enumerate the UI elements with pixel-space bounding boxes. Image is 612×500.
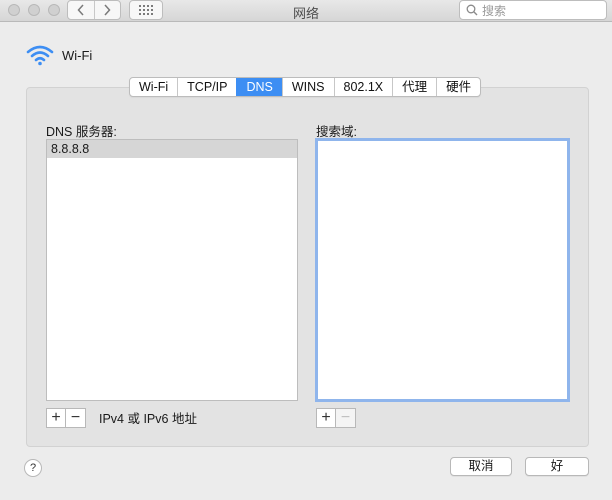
dns-servers-list[interactable]: 8.8.8.8 [46,139,298,401]
add-dns-server-button[interactable]: + [46,408,66,428]
tab-tcpip[interactable]: TCP/IP [177,78,236,96]
search-icon [466,4,478,16]
help-button[interactable]: ? [24,459,42,477]
tab-8021x[interactable]: 802.1X [333,78,393,96]
wifi-icon [26,45,54,66]
tab-hardware[interactable]: 硬件 [436,78,480,96]
search-placeholder: 搜索 [482,3,507,18]
title-bar: 网络 搜索 [0,0,612,22]
ok-button[interactable]: 好 [525,457,589,476]
dns-servers-label: DNS 服务器: [46,125,117,139]
tab-wifi[interactable]: Wi-Fi [130,78,177,96]
address-hint: IPv4 或 IPv6 地址 [99,412,197,426]
service-title: Wi-Fi [62,47,93,63]
service-header: Wi-Fi [26,44,92,66]
cancel-button[interactable]: 取消 [450,457,512,476]
tab-wins[interactable]: WINS [281,78,334,96]
dns-servers-controls: + − [46,408,86,428]
remove-search-domain-button[interactable]: − [336,408,356,428]
remove-dns-server-button[interactable]: − [66,408,86,428]
search-domains-controls: + − [316,408,356,428]
search-input[interactable]: 搜索 [459,0,607,20]
tab-proxy[interactable]: 代理 [392,78,436,96]
tab-dns[interactable]: DNS [236,78,282,96]
add-search-domain-button[interactable]: + [316,408,336,428]
list-item[interactable]: 8.8.8.8 [47,140,297,158]
search-domains-list[interactable] [315,138,570,402]
tab-bar: Wi-Fi TCP/IP DNS WINS 802.1X 代理 硬件 [129,77,482,97]
